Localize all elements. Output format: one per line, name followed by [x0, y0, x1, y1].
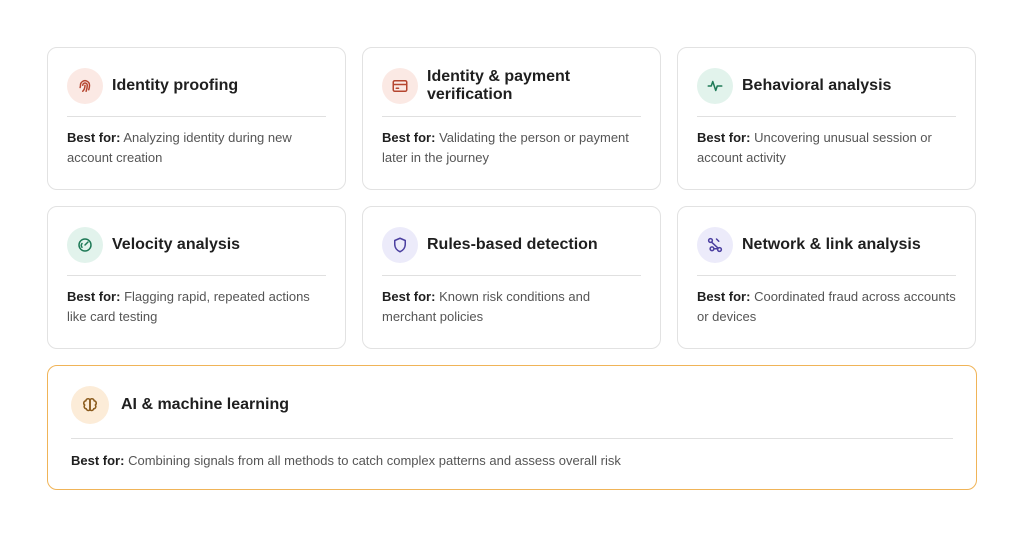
card-title: Identity proofing: [112, 77, 239, 94]
card-title: Rules-based detection: [427, 236, 598, 253]
card-text: Combining signals from all methods to ca…: [128, 453, 621, 468]
card-header: Velocity analysis: [67, 226, 326, 276]
best-for-label: Best for:: [697, 130, 751, 145]
card-description: Best for: Coordinated fraud across accou…: [697, 287, 956, 326]
activity-pulse-icon: [697, 68, 733, 104]
card-description: Best for: Analyzing identity during new …: [67, 128, 326, 167]
card-title: Velocity analysis: [112, 236, 241, 253]
best-for-label: Best for:: [382, 130, 436, 145]
best-for-label: Best for:: [67, 289, 121, 304]
card-header: Network & link analysis: [697, 226, 956, 276]
card-description: Best for: Known risk conditions and merc…: [382, 287, 641, 326]
cards-row-2: Velocity analysis Best for: Flagging rap…: [47, 206, 977, 349]
shield-icon: [382, 227, 418, 263]
card-header: AI & machine learning: [71, 386, 953, 439]
card-rules-based-detection: Rules-based detection Best for: Known ri…: [362, 206, 661, 349]
network-nodes-icon: [697, 227, 733, 263]
card-ai-machine-learning: AI & machine learning Best for: Combinin…: [47, 365, 977, 490]
card-description: Best for: Flagging rapid, repeated actio…: [67, 287, 326, 326]
fingerprint-icon: [67, 68, 103, 104]
best-for-label: Best for:: [697, 289, 751, 304]
card-title: Network & link analysis: [742, 236, 921, 253]
card-title: Identity & payment verification: [427, 68, 571, 103]
card-header: Identity & payment verification: [382, 67, 641, 117]
best-for-label: Best for:: [67, 130, 121, 145]
card-identity-payment-verification: Identity & payment verification Best for…: [362, 47, 661, 190]
best-for-label: Best for:: [71, 453, 125, 468]
best-for-label: Best for:: [382, 289, 436, 304]
card-header: Identity proofing: [67, 67, 326, 117]
card-network-link-analysis: Network & link analysis Best for: Coordi…: [677, 206, 976, 349]
speedometer-icon: [67, 227, 103, 263]
card-velocity-analysis: Velocity analysis Best for: Flagging rap…: [47, 206, 346, 349]
card-description: Best for: Validating the person or payme…: [382, 128, 641, 167]
card-title: Behavioral analysis: [742, 77, 892, 94]
brain-icon: [71, 386, 109, 424]
credit-card-icon: [382, 68, 418, 104]
card-title: AI & machine learning: [121, 396, 290, 413]
card-description: Best for: Uncovering unusual session or …: [697, 128, 956, 167]
card-description: Best for: Combining signals from all met…: [71, 451, 953, 471]
card-identity-proofing: Identity proofing Best for: Analyzing id…: [47, 47, 346, 190]
cards-row-1: Identity proofing Best for: Analyzing id…: [47, 47, 977, 190]
fraud-methods-grid: Identity proofing Best for: Analyzing id…: [47, 47, 977, 490]
card-header: Rules-based detection: [382, 226, 641, 276]
card-behavioral-analysis: Behavioral analysis Best for: Uncovering…: [677, 47, 976, 190]
card-header: Behavioral analysis: [697, 67, 956, 117]
